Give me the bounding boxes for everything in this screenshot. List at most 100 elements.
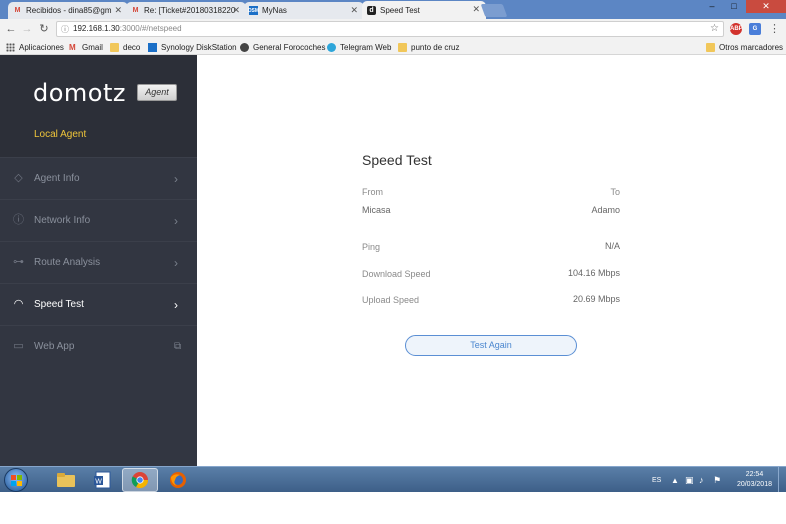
chrome-menu-icon[interactable]: ⋮: [769, 22, 780, 35]
domotz-icon: d: [367, 5, 376, 15]
gmail-icon: M: [69, 42, 76, 52]
browser-toolbar: ← → ↻ ⓘ 192.168.1.30:3000/#/netspeed ☆ A…: [0, 19, 786, 39]
close-icon[interactable]: ✕: [232, 5, 240, 16]
ping-label: Ping: [362, 242, 381, 252]
from-value: Micasa: [362, 205, 391, 215]
ping-value: N/A: [604, 241, 620, 251]
tab-speed-test[interactable]: d Speed Test ✕: [362, 1, 486, 19]
tab-gmail-ticket[interactable]: M Re: [Ticket#20180318220 ✕: [126, 2, 246, 19]
volume-icon[interactable]: ♪: [699, 467, 704, 493]
close-icon[interactable]: ✕: [350, 5, 358, 16]
folder-icon: [706, 42, 715, 52]
forward-arrow-icon[interactable]: →: [20, 22, 34, 36]
explorer-taskbar-button[interactable]: [48, 468, 84, 492]
upload-label: Upload Speed: [362, 295, 420, 305]
bookmark-forocoches[interactable]: General Forocoches: [240, 41, 325, 53]
sidebar-item-agent-info[interactable]: ◇ Agent Info ›: [0, 157, 197, 199]
tab-label: Speed Test: [380, 5, 420, 15]
bookmark-telegram[interactable]: Telegram Web: [327, 41, 391, 53]
sidebar-item-label: Speed Test: [34, 299, 84, 310]
dsm-icon: [148, 42, 157, 52]
sidebar-item-network-info[interactable]: ⓘ Network Info ›: [0, 199, 197, 241]
tab-gmail-inbox[interactable]: M Recibidos - dina85@gm ✕: [8, 2, 128, 19]
show-desktop-button[interactable]: [778, 467, 786, 493]
bookmark-label: Telegram Web: [340, 42, 392, 52]
bookmark-star-icon[interactable]: ☆: [710, 22, 719, 36]
to-label: To: [610, 187, 620, 197]
external-link-icon: ⧉: [174, 341, 182, 352]
bookmark-apps[interactable]: Aplicaciones: [6, 41, 64, 53]
upload-value: 20.69 Mbps: [572, 294, 620, 304]
info-icon[interactable]: ⓘ: [61, 23, 69, 37]
chrome-taskbar-button[interactable]: [122, 468, 158, 492]
bookmark-label: Otros marcadores: [719, 42, 784, 52]
folder-icon: [110, 42, 119, 52]
word-icon: W: [94, 471, 111, 489]
from-label: From: [362, 187, 383, 197]
bookmark-label: Aplicaciones: [19, 42, 64, 52]
gmail-icon: M: [132, 7, 139, 14]
route-icon: ⊶: [13, 256, 24, 268]
bookmark-gmail[interactable]: M Gmail: [69, 41, 103, 53]
telegram-icon: [327, 42, 336, 52]
tab-mynas[interactable]: DSM MyNas ✕: [244, 2, 364, 19]
chevron-right-icon: ›: [174, 297, 178, 312]
tab-label: MyNas: [262, 6, 287, 15]
show-hidden-icons-icon[interactable]: ▲: [671, 467, 679, 493]
bookmark-punto-de-cruz[interactable]: punto de cruz: [398, 41, 459, 53]
new-tab-button[interactable]: [480, 4, 508, 17]
bookmark-label: Synology DiskStation: [161, 42, 237, 52]
word-taskbar-button[interactable]: W: [85, 468, 121, 492]
agent-badge: Agent: [137, 84, 177, 101]
sidebar-item-label: Web App: [34, 341, 75, 352]
windows-taskbar: W ES ▲ ▣ ♪ ⚑ 22:54 20/03/2018: [0, 466, 786, 493]
system-clock[interactable]: 22:54 20/03/2018: [737, 470, 772, 490]
domotz-logo: domotz: [33, 79, 126, 107]
dsm-icon: DSM: [247, 6, 260, 15]
gauge-icon: ◠: [13, 298, 24, 310]
download-value: 104.16 Mbps: [567, 268, 620, 278]
bookmarks-bar: Aplicaciones M Gmail deco Synology DiskS…: [0, 39, 786, 55]
action-center-flag-icon[interactable]: ⚑: [713, 467, 721, 493]
url-host: 192.168.1.30: [73, 24, 120, 33]
translate-icon[interactable]: G: [749, 23, 761, 35]
sidebar-item-route-analysis[interactable]: ⊶ Route Analysis ›: [0, 241, 197, 283]
tab-label: Recibidos - dina85@gm: [26, 6, 112, 15]
clock-time: 22:54: [745, 471, 764, 478]
minimize-button[interactable]: –: [701, 0, 723, 13]
close-icon[interactable]: ✕: [114, 5, 122, 16]
sidebar-item-web-app[interactable]: ▭ Web App ⧉: [0, 325, 197, 367]
firefox-taskbar-button[interactable]: [160, 468, 196, 492]
start-button[interactable]: [4, 468, 28, 492]
chevron-right-icon: ›: [174, 213, 178, 228]
bookmark-label: General Forocoches: [253, 42, 326, 52]
explorer-icon: [57, 473, 75, 487]
reload-icon[interactable]: ↻: [37, 22, 51, 36]
close-icon[interactable]: ✕: [472, 4, 480, 15]
bookmark-other[interactable]: Otros marcadores: [706, 41, 783, 53]
address-bar[interactable]: ⓘ 192.168.1.30:3000/#/netspeed ☆: [56, 21, 724, 37]
sidebar: domotz Agent Local Agent ◇ Agent Info › …: [0, 55, 197, 466]
tab-label: Re: [Ticket#20180318220: [144, 6, 236, 15]
apps-grid-icon: [6, 42, 15, 52]
sidebar-item-speed-test[interactable]: ◠ Speed Test ›: [0, 283, 197, 325]
back-arrow-icon[interactable]: ←: [4, 22, 18, 36]
language-indicator[interactable]: ES: [652, 467, 661, 493]
brand-header: domotz Agent Local Agent: [0, 55, 197, 157]
chevron-right-icon: ›: [174, 171, 178, 186]
device-tray-icon[interactable]: ▣: [685, 467, 694, 493]
bookmark-label: deco: [123, 42, 141, 52]
clock-date: 20/03/2018: [736, 481, 772, 488]
page-title: Speed Test: [362, 152, 432, 168]
window-close-button[interactable]: ✕: [746, 0, 786, 13]
maximize-button[interactable]: □: [723, 0, 745, 13]
to-value: Adamo: [591, 205, 620, 215]
adblock-icon[interactable]: ABP: [730, 23, 743, 35]
browser-tab-strip: M Recibidos - dina85@gm ✕ M Re: [Ticket#…: [0, 0, 786, 19]
bookmark-synology[interactable]: Synology DiskStation: [148, 41, 237, 53]
sidebar-item-label: Network Info: [34, 215, 91, 226]
firefox-icon: [170, 472, 186, 488]
bookmark-deco[interactable]: deco: [110, 41, 140, 53]
svg-text:W: W: [95, 479, 102, 486]
test-again-button[interactable]: Test Again: [405, 335, 577, 356]
